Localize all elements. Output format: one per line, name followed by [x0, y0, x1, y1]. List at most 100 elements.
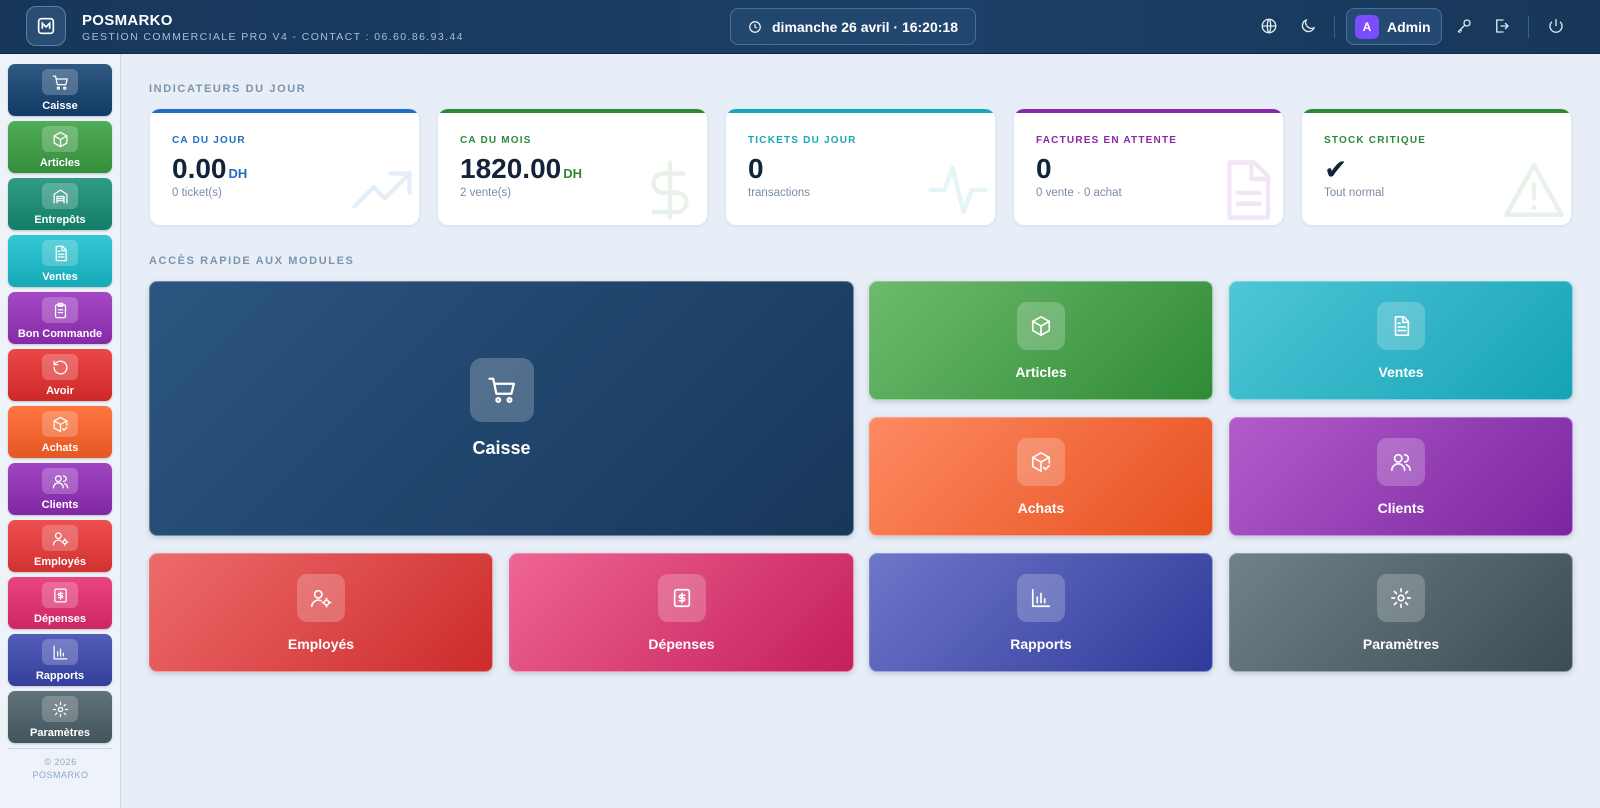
kpi-label: FACTURES EN ATTENTE — [1036, 135, 1178, 146]
module-icon-box — [469, 358, 534, 422]
clock-icon — [749, 20, 761, 33]
module-tile-4[interactable]: Achats — [869, 417, 1213, 536]
kpi-value: 0 — [1036, 153, 1052, 185]
sidebar-item-11[interactable]: Rapports — [8, 634, 112, 686]
avatar: A — [1355, 14, 1379, 39]
sidebar-item-label: Achats — [41, 442, 79, 454]
sidebar-item-label: Rapports — [35, 670, 85, 682]
sidebar-item-7[interactable]: Achats — [8, 406, 112, 458]
kpi-label: CA DU JOUR — [172, 135, 246, 146]
kpi-value-number: 0 — [748, 153, 764, 184]
logo-icon — [37, 17, 55, 35]
module-tile-8[interactable]: Rapports — [869, 553, 1213, 672]
box-icon — [52, 131, 68, 147]
kpi-card: STOCK CRITIQUE ✔ Tout normal — [1302, 109, 1571, 225]
module-tile-6[interactable]: Employés — [149, 553, 493, 672]
kpi-subtext: 0 ticket(s) — [172, 187, 222, 199]
kpi-watermark — [1501, 157, 1567, 223]
module-label: Rapports — [1010, 635, 1072, 652]
dark-mode-button[interactable] — [1297, 15, 1319, 37]
module-icon-box — [1377, 437, 1425, 486]
modules-title: ACCÈS RAPIDE AUX MODULES — [149, 255, 355, 267]
change-password-button[interactable] — [1453, 15, 1475, 37]
logout-button[interactable] — [1491, 15, 1513, 37]
kpi-watermark — [637, 157, 703, 223]
sidebar-item-label: Caisse — [42, 100, 78, 112]
box-check-icon — [52, 416, 68, 432]
module-label: Dépenses — [648, 635, 715, 652]
kpi-value: ✔ — [1324, 153, 1347, 186]
sidebar-item-label: Avoir — [46, 385, 74, 397]
sidebar-item-3[interactable]: Entrepôts — [8, 178, 112, 230]
sidebar-icon-box — [42, 297, 78, 323]
user-gear-icon — [311, 589, 332, 608]
kpi-label: TICKETS DU JOUR — [748, 135, 857, 146]
header-divider — [1528, 16, 1529, 38]
module-tile-7[interactable]: Dépenses — [509, 553, 854, 672]
module-icon-box — [1017, 437, 1065, 486]
module-tile-2[interactable]: Articles — [869, 281, 1213, 400]
kpi-card: FACTURES EN ATTENTE 0 0 vente · 0 achat — [1014, 109, 1283, 225]
sidebar-item-9[interactable]: Employés — [8, 520, 112, 572]
sidebar-item-2[interactable]: Articles — [8, 121, 112, 173]
kpi-accent-bar — [1014, 109, 1283, 113]
sidebar-item-12[interactable]: Paramètres — [8, 691, 112, 743]
module-tile-3[interactable]: Ventes — [1229, 281, 1573, 400]
kpi-accent-bar — [150, 109, 419, 113]
document-icon — [55, 245, 67, 261]
user-name: Admin — [1387, 18, 1431, 35]
sidebar-icon-box — [42, 354, 78, 380]
sidebar-item-label: Articles — [39, 157, 81, 169]
cart-icon — [52, 74, 68, 90]
globe-icon — [1261, 18, 1277, 34]
kpi-value-number: 1820.00 — [460, 153, 562, 184]
module-icon-box — [1017, 573, 1065, 622]
invoice-icon — [1227, 160, 1271, 220]
gear-icon — [1391, 587, 1411, 608]
sidebar-icon-box — [42, 468, 78, 494]
kpi-subtext: 2 vente(s) — [460, 187, 512, 199]
users-icon — [1391, 453, 1411, 471]
sidebar-item-8[interactable]: Clients — [8, 463, 112, 515]
box-check-icon — [1031, 451, 1051, 472]
kpi-accent-bar — [726, 109, 995, 113]
gear-icon — [52, 701, 68, 717]
sidebar-item-5[interactable]: Bon Commande — [8, 292, 112, 344]
sidebar-icon-box — [42, 183, 78, 209]
power-icon — [1549, 19, 1563, 33]
module-tile-1[interactable]: Caisse — [149, 281, 854, 536]
user-menu[interactable]: A Admin — [1346, 8, 1442, 45]
module-icon-box — [1017, 301, 1065, 350]
power-button[interactable] — [1545, 15, 1567, 37]
kpi-accent-bar — [1302, 109, 1571, 113]
language-button[interactable] — [1258, 15, 1280, 37]
module-tile-9[interactable]: Paramètres — [1229, 553, 1573, 672]
datetime-display: dimanche 26 avril · 16:20:18 — [730, 8, 976, 45]
module-label: Clients — [1377, 499, 1425, 516]
sidebar-item-6[interactable]: Avoir — [8, 349, 112, 401]
moon-icon — [1301, 18, 1316, 33]
bar-chart-icon — [52, 644, 68, 660]
document-icon — [1394, 315, 1410, 336]
sidebar-footer: © 2026 POSMARKO — [0, 756, 121, 782]
module-icon-box — [1377, 301, 1425, 350]
sidebar-item-10[interactable]: Dépenses — [8, 577, 112, 629]
sidebar: © 2026 POSMARKO Caisse Articles Entrepôts V… — [0, 54, 121, 808]
sidebar-item-label: Entrepôts — [34, 214, 86, 226]
sidebar-icon-box — [42, 69, 78, 95]
kpi-card: TICKETS DU JOUR 0 transactions — [726, 109, 995, 225]
indicators-title: INDICATEURS DU JOUR — [149, 83, 307, 95]
kpi-value-number: 0.00 — [172, 153, 227, 184]
sidebar-item-1[interactable]: Caisse — [8, 64, 112, 116]
sidebar-item-4[interactable]: Ventes — [8, 235, 112, 287]
module-label: Achats — [1017, 499, 1065, 516]
kpi-watermark — [925, 157, 991, 223]
module-icon-box — [657, 573, 706, 622]
app-logo[interactable] — [26, 6, 66, 46]
module-tile-5[interactable]: Clients — [1229, 417, 1573, 536]
module-icon-box — [1377, 573, 1425, 622]
kpi-card: CA DU JOUR 0.00 DH 0 ticket(s) — [150, 109, 419, 225]
kpi-accent-bar — [438, 109, 707, 113]
kpi-subtext: 0 vente · 0 achat — [1036, 187, 1122, 199]
logout-icon — [1496, 19, 1509, 33]
